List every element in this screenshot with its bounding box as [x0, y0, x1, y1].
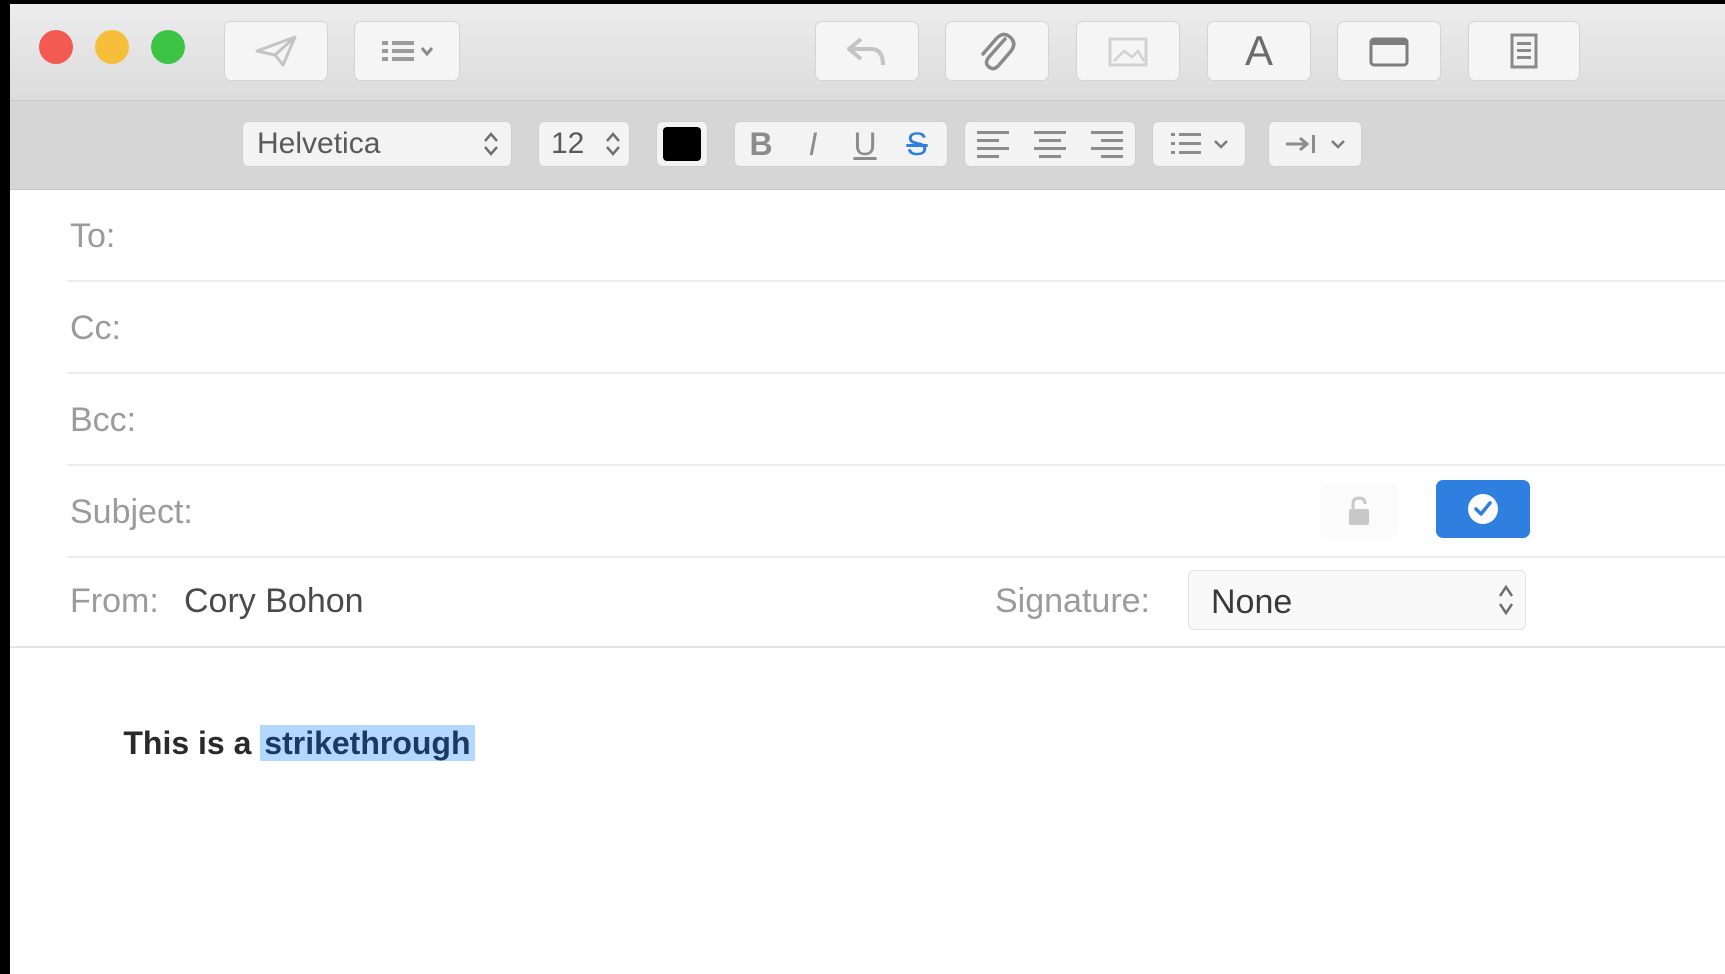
italic-button[interactable]: I — [787, 126, 839, 163]
photo-icon — [1108, 37, 1148, 67]
to-field[interactable]: To: — [68, 190, 1725, 282]
paperclip-icon — [981, 32, 1016, 71]
signature-select[interactable]: None — [1188, 570, 1526, 630]
document-button[interactable] — [1468, 21, 1580, 81]
stepper-icon — [605, 131, 621, 157]
font-family-select[interactable]: Helvetica — [242, 121, 512, 167]
window-button[interactable] — [1337, 21, 1441, 81]
reply-button[interactable] — [815, 21, 919, 81]
chevron-down-icon — [1214, 140, 1228, 149]
font-size-value: 12 — [551, 127, 585, 160]
document-icon — [1510, 33, 1538, 69]
body-text-selection: strikethrough — [260, 725, 475, 761]
subject-field[interactable]: Subject: — [68, 466, 1725, 558]
lock-icon — [1349, 496, 1369, 525]
style-button-group: B I U S — [734, 121, 948, 167]
bcc-field[interactable]: Bcc: — [68, 374, 1725, 466]
bold-button[interactable]: B — [735, 126, 787, 163]
font-family-value: Helvetica — [257, 127, 381, 160]
text-color-swatch — [663, 127, 701, 161]
font-icon: A — [1244, 27, 1273, 74]
checkmark-icon — [1468, 494, 1498, 524]
strikethrough-button[interactable]: S — [891, 126, 943, 163]
from-row: From: Cory Bohon Signature: None — [10, 556, 1725, 648]
underline-button[interactable]: U — [839, 126, 891, 163]
bcc-label: Bcc: — [70, 401, 137, 439]
indent-button[interactable] — [1268, 121, 1362, 167]
attach-button[interactable] — [945, 21, 1049, 81]
send-icon — [255, 35, 297, 67]
font-panel-button[interactable]: A — [1207, 21, 1311, 81]
window-icon — [1369, 37, 1409, 67]
zoom-window-button[interactable] — [151, 30, 185, 64]
minimize-window-button[interactable] — [95, 30, 129, 64]
signature-value: None — [1211, 583, 1293, 621]
send-button[interactable] — [224, 21, 328, 81]
reply-icon — [847, 37, 885, 66]
alignment-button-group — [964, 121, 1136, 167]
indent-icon — [1286, 135, 1315, 153]
photo-browser-button[interactable] — [1076, 21, 1180, 81]
to-label: To: — [70, 217, 116, 255]
align-right-icon[interactable] — [1089, 128, 1125, 160]
cc-label: Cc: — [70, 309, 121, 347]
from-label: From: — [70, 582, 159, 620]
sign-message-button[interactable] — [1436, 480, 1530, 538]
signature-label: Signature: — [995, 582, 1150, 620]
format-bar: Helvetica 12 B I U S — [10, 101, 1725, 190]
toolbar: A — [10, 4, 1725, 101]
message-body[interactable]: This is a strikethrough — [10, 648, 1725, 974]
compose-window: A Helvetica 12 B I U S To: Cc: Bcc: Subj… — [10, 4, 1725, 974]
text-color-button[interactable] — [656, 121, 708, 167]
stepper-icon — [1498, 584, 1514, 616]
from-value[interactable]: Cory Bohon — [184, 582, 364, 621]
body-text-plain: This is a — [123, 725, 261, 761]
encryption-lock-button[interactable] — [1320, 484, 1398, 538]
header-fields-icon — [382, 41, 434, 61]
align-center-icon[interactable] — [1032, 128, 1068, 160]
header-fields-button[interactable] — [354, 21, 460, 81]
subject-label: Subject: — [70, 493, 193, 531]
close-window-button[interactable] — [39, 30, 73, 64]
list-style-button[interactable] — [1152, 121, 1246, 167]
list-icon — [1171, 133, 1201, 154]
cc-field[interactable]: Cc: — [68, 282, 1725, 374]
body-text: This is a strikethrough — [70, 688, 475, 799]
chevron-down-icon — [1331, 140, 1345, 149]
font-size-select[interactable]: 12 — [538, 121, 630, 167]
align-left-icon[interactable] — [975, 128, 1011, 160]
stepper-icon — [483, 131, 499, 157]
